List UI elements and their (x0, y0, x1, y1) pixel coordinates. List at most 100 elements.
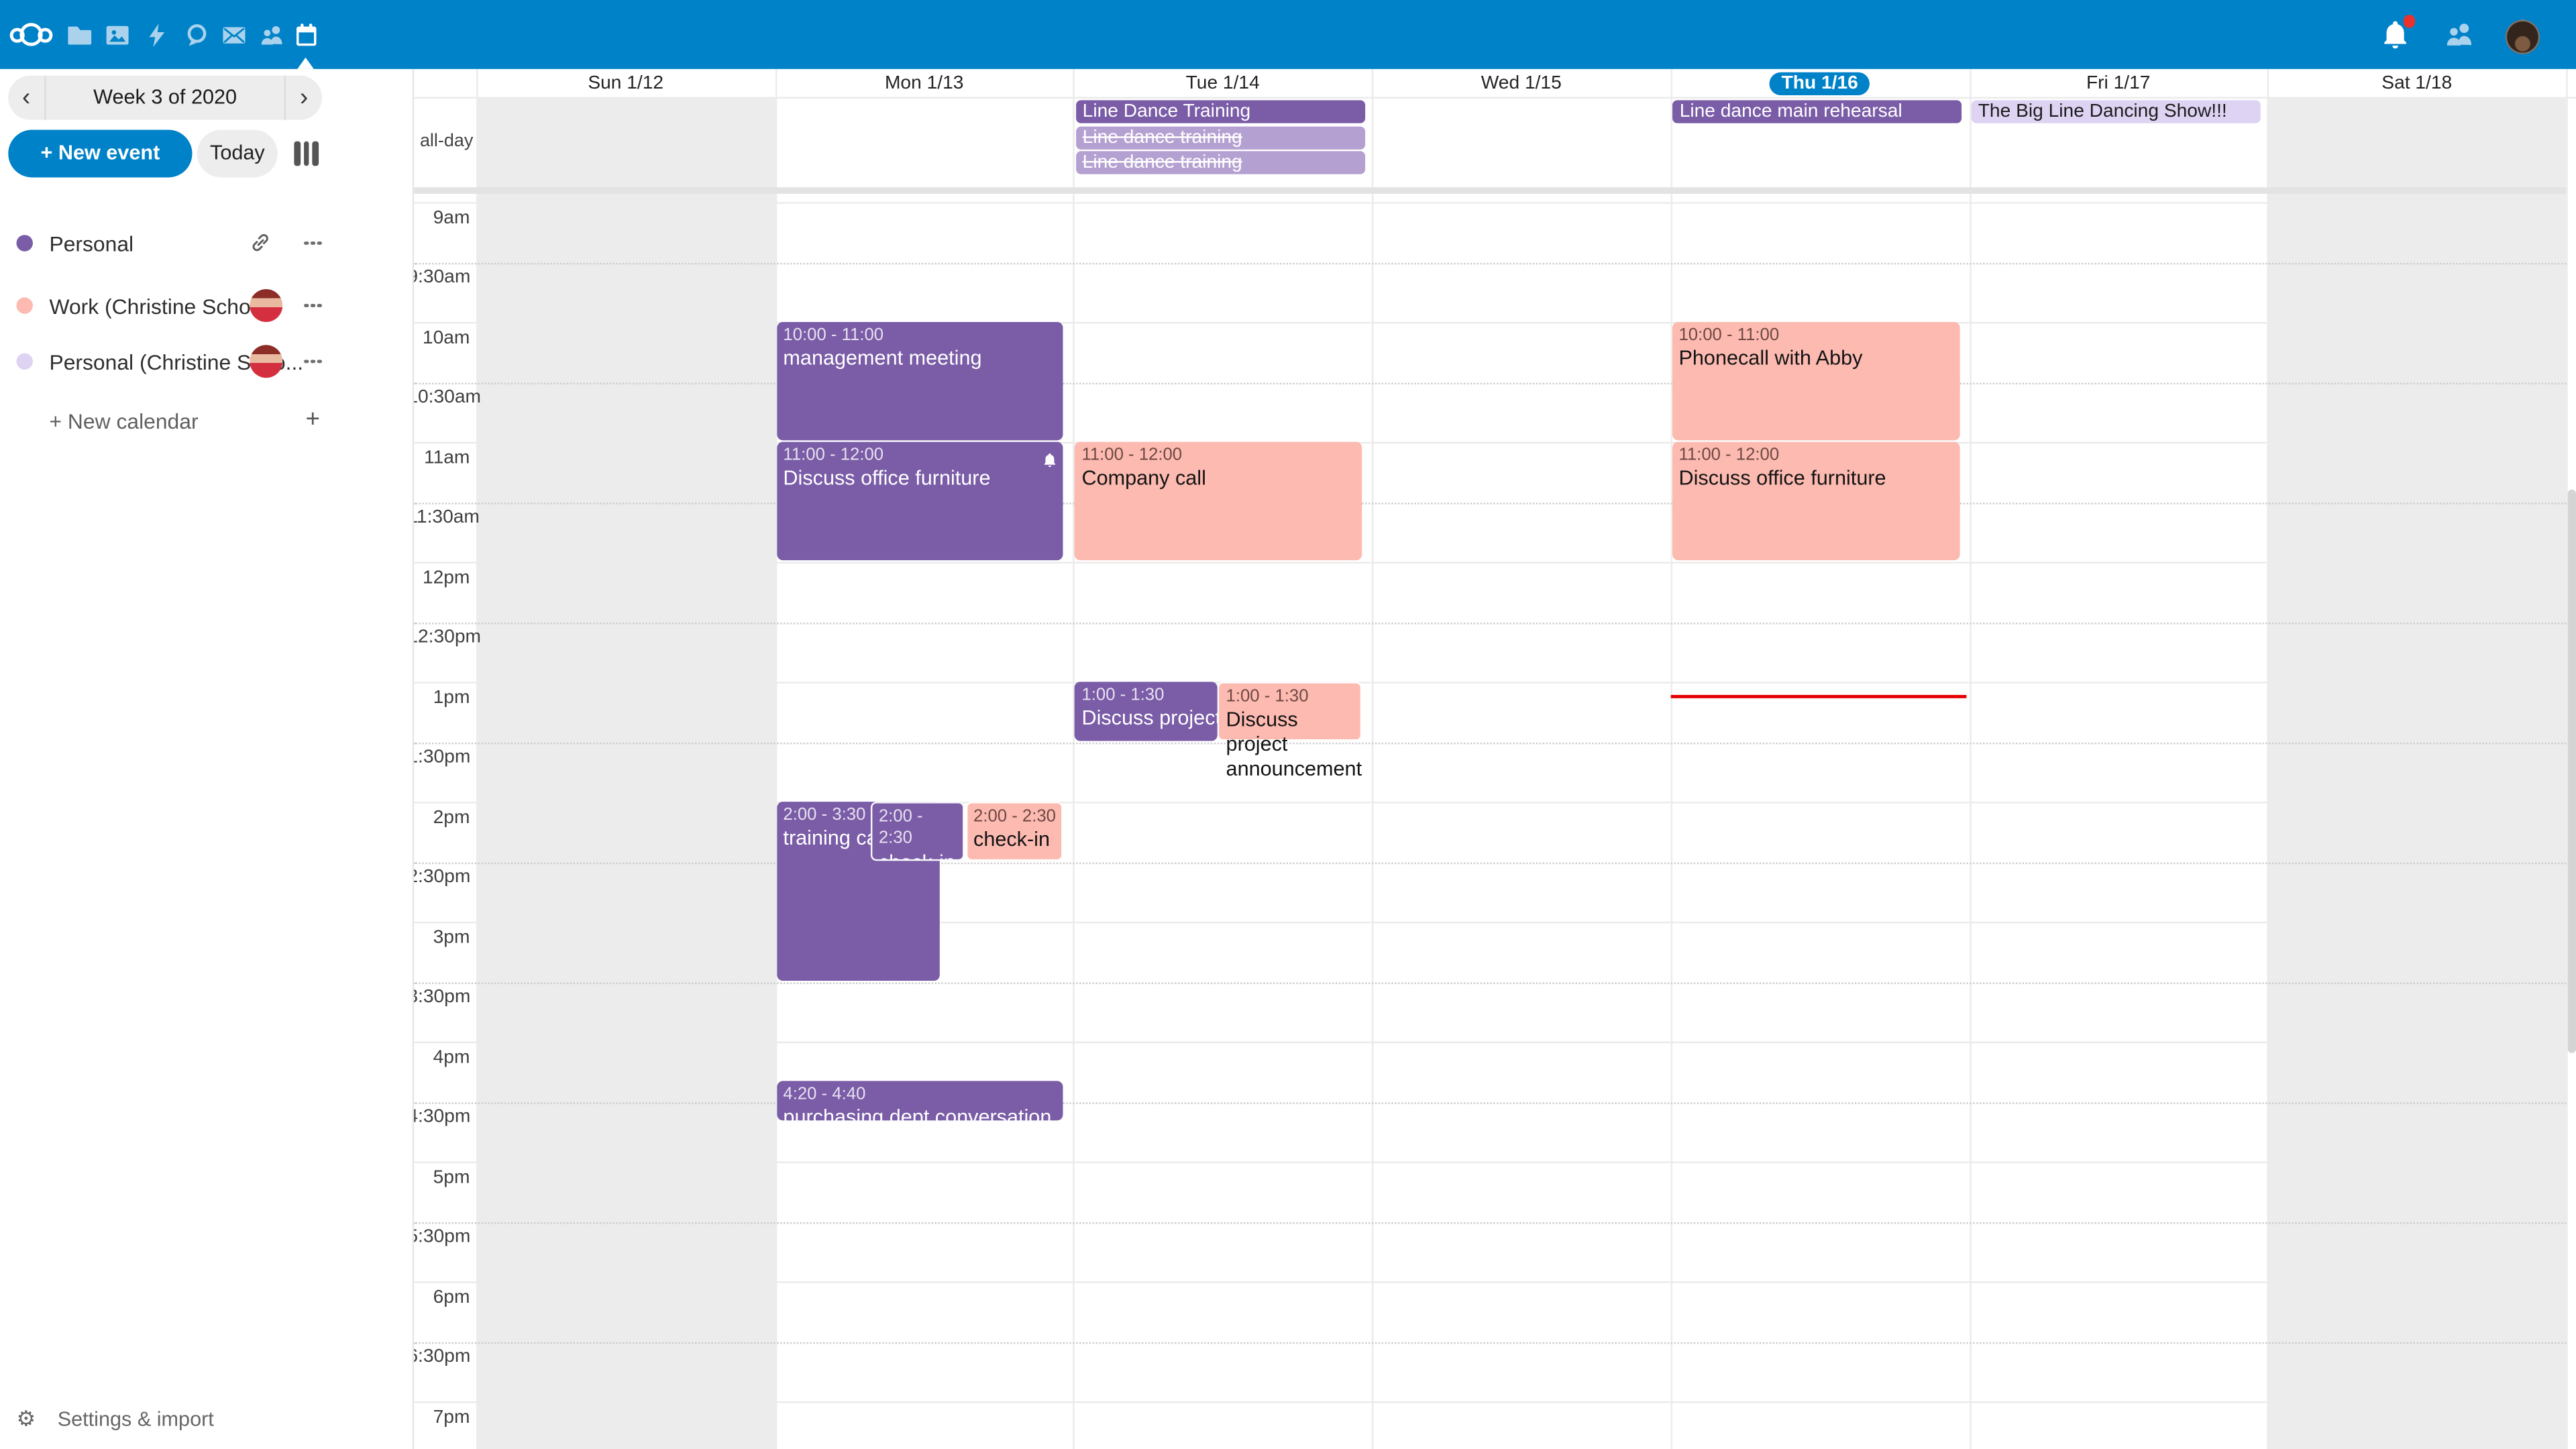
half-hour-line (414, 1102, 2566, 1103)
calendar-icon[interactable] (290, 18, 323, 51)
time-axis-label: 5pm (407, 1167, 470, 1187)
week-label[interactable]: Week 3 of 2020 (44, 76, 286, 120)
settings-import-button[interactable]: ⚙ Settings & import (0, 1393, 414, 1446)
event-title: Discuss office furniture (783, 467, 1060, 492)
new-calendar-button[interactable]: + New calendar + (0, 391, 414, 450)
hour-line (414, 682, 2566, 683)
event-check-in[interactable]: 2:00 - 2:30check-in (871, 802, 965, 860)
half-hour-line (414, 622, 2566, 623)
time-axis-label: 11:30am (407, 508, 470, 527)
notifications-bell-icon[interactable] (2379, 18, 2412, 51)
event-management-meeting[interactable]: 10:00 - 11:00management meeting (777, 322, 1064, 440)
day-header-label: Wed 1/15 (1481, 73, 1562, 93)
time-axis-label: 10am (407, 328, 470, 347)
day-header-fri[interactable]: Fri 1/17 (1969, 69, 2267, 97)
new-event-button[interactable]: + New event (8, 129, 192, 176)
day-header-sat[interactable]: Sat 1/18 (2267, 69, 2566, 97)
event-company-call[interactable]: 11:00 - 12:00Company call (1075, 442, 1362, 560)
event-time: 11:00 - 12:00 (1678, 444, 1955, 466)
event-time: 1:00 - 1:30 (1081, 684, 1214, 706)
column-border (775, 69, 776, 1449)
all-day-event[interactable]: Line dance training (1076, 125, 1364, 148)
hour-line (414, 1281, 2566, 1283)
calendar-color-dot (16, 297, 32, 313)
all-day-event[interactable]: The Big Line Dancing Show!!! (1972, 100, 2260, 123)
event-check-in[interactable]: 2:00 - 2:30check-in (965, 802, 1064, 860)
calendar-list-item-personal-christine[interactable]: Personal (Christine Scho... (0, 332, 414, 391)
next-week-button[interactable]: › (286, 76, 322, 120)
time-axis-label: 3pm (407, 927, 470, 947)
user-avatar[interactable] (2506, 19, 2540, 54)
new-calendar-label: + New calendar (49, 409, 198, 433)
contacts-menu-icon[interactable] (2443, 18, 2476, 51)
all-day-separator (414, 186, 2566, 193)
share-link-icon[interactable] (248, 230, 273, 255)
contacts-icon[interactable] (255, 18, 288, 51)
event-title: check-in (879, 851, 961, 860)
time-axis-label: 12:30pm (407, 628, 470, 647)
nextcloud-logo-icon[interactable] (10, 21, 53, 48)
day-header-label: Sat 1/18 (2381, 73, 2452, 93)
view-switcher-icon[interactable] (294, 142, 319, 166)
active-app-indicator (298, 58, 314, 69)
time-axis-label: 2pm (407, 808, 470, 827)
previous-week-button[interactable]: ‹ (8, 76, 44, 120)
hour-line (414, 802, 2566, 803)
top-header (0, 0, 2576, 69)
files-icon[interactable] (64, 18, 97, 51)
event-discuss-office-furniture[interactable]: 11:00 - 12:00Discuss office furniture (1672, 442, 1960, 560)
calendar-color-dot (16, 354, 32, 370)
calendar-list-item-work-christine[interactable]: Work (Christine Schott) (0, 276, 414, 335)
activity-icon[interactable] (140, 18, 172, 51)
mail-icon[interactable] (217, 18, 250, 51)
event-time: 1:00 - 1:30 (1226, 686, 1358, 708)
all-day-event[interactable]: Line Dance Training (1076, 100, 1364, 123)
event-title: Discuss project announcement (1226, 708, 1358, 782)
event-discuss-project-announcement[interactable]: 1:00 - 1:30Discuss project announcement (1075, 682, 1218, 740)
time-axis-label: 4:30pm (407, 1108, 470, 1127)
day-header-wed[interactable]: Wed 1/15 (1372, 69, 1670, 97)
event-discuss-office-furniture[interactable]: 11:00 - 12:00Discuss office furniture (777, 442, 1064, 560)
time-axis-label: 11am (407, 447, 470, 467)
calendar-actions-menu[interactable] (304, 360, 322, 364)
all-day-event[interactable]: Line dance main rehearsal (1673, 100, 1962, 123)
hour-line (414, 322, 2566, 323)
weekend-shading (2267, 97, 2566, 1449)
calendar-actions-menu[interactable] (304, 241, 322, 245)
day-header-sun[interactable]: Sun 1/12 (476, 69, 775, 97)
day-header-label: Tue 1/14 (1186, 73, 1260, 93)
event-title: Company call (1081, 467, 1358, 492)
day-header-mon[interactable]: Mon 1/13 (775, 69, 1073, 97)
calendar-name: Work (Christine Schott) (49, 293, 270, 318)
event-title: check-in (973, 828, 1059, 853)
hour-line (414, 562, 2566, 564)
calendar-list-item-personal[interactable]: Personal (0, 213, 414, 272)
event-title: purchasing dept conversation (783, 1106, 1060, 1131)
time-axis-label: 1pm (407, 688, 470, 707)
sidebar: ‹ Week 3 of 2020 › + New event Today Per… (0, 69, 414, 1449)
all-day-event[interactable]: Line dance training (1076, 151, 1364, 174)
vertical-scrollbar[interactable] (2567, 490, 2575, 1053)
time-axis-label: 9:30am (407, 268, 470, 287)
time-axis-label: 12pm (407, 568, 470, 587)
talk-icon[interactable] (179, 18, 212, 51)
calendar-name: Personal (49, 231, 133, 256)
half-hour-line (414, 262, 2566, 264)
calendar-actions-menu[interactable] (304, 303, 322, 307)
time-axis-label: 6:30pm (407, 1347, 470, 1366)
event-discuss-project-announcement[interactable]: 1:00 - 1:30Discuss project announcement (1218, 682, 1362, 740)
event-title: Discuss office furniture (1678, 467, 1955, 492)
reminder-bell-icon (1042, 447, 1059, 463)
event-purchasing-dept-conversation[interactable]: 4:20 - 4:40purchasing dept conversation (777, 1081, 1064, 1120)
time-axis-label: 6pm (407, 1287, 470, 1307)
event-phonecall-with-abby[interactable]: 10:00 - 11:00Phonecall with Abby (1672, 322, 1960, 440)
half-hour-line (414, 382, 2566, 383)
day-header-tue[interactable]: Tue 1/14 (1073, 69, 1372, 97)
day-header-thu[interactable]: Thu 1/16 (1670, 69, 1969, 97)
notification-badge (2403, 15, 2415, 27)
hour-line (414, 922, 2566, 923)
photos-icon[interactable] (101, 18, 133, 51)
column-border (1073, 69, 1075, 1449)
event-time: 11:00 - 12:00 (1081, 444, 1358, 466)
today-button[interactable]: Today (197, 129, 278, 176)
